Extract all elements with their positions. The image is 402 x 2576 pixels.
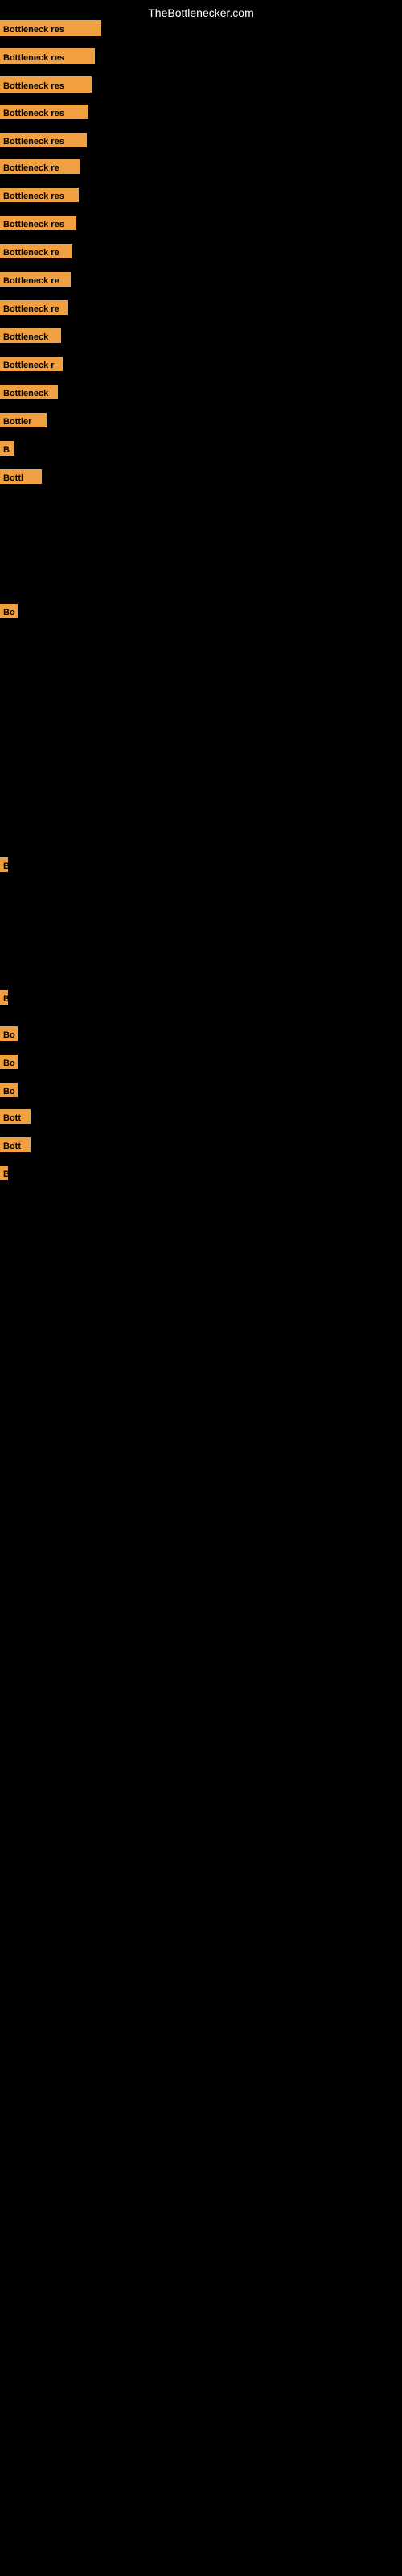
bar-item: Bottleneck res [0,20,101,36]
bar-item: Bottleneck res [0,48,95,64]
bar-item: Bottleneck res [0,216,76,230]
bar-item: Bottleneck res [0,105,88,119]
bar-item: Bottleneck res [0,76,92,93]
bar-item: Bottleneck r [0,357,63,371]
bar-item: Bo [0,604,18,618]
bar-item: Bottleneck [0,385,58,399]
bar-item: Bottleneck re [0,272,71,287]
bar-item: Bott [0,1109,31,1124]
bar-item: Bo [0,1083,18,1097]
bar-item: Bott [0,1137,31,1152]
bar-item: Bottleneck re [0,159,80,174]
bar-item: B [0,441,14,456]
bar-item: Bottl [0,469,42,484]
bar-item: Bottleneck re [0,244,72,258]
bar-item: Bottleneck [0,328,61,343]
bar-item: Bo [0,1026,18,1041]
bar-item: B [0,990,8,1005]
bar-item: Bottleneck res [0,188,79,202]
bar-item: Bo [0,1055,18,1069]
bar-item: Bottleneck re [0,300,68,315]
bar-item: Bottler [0,413,47,427]
bar-item: B [0,1166,8,1180]
bar-item: B [0,857,8,872]
bar-item: Bottleneck res [0,133,87,147]
